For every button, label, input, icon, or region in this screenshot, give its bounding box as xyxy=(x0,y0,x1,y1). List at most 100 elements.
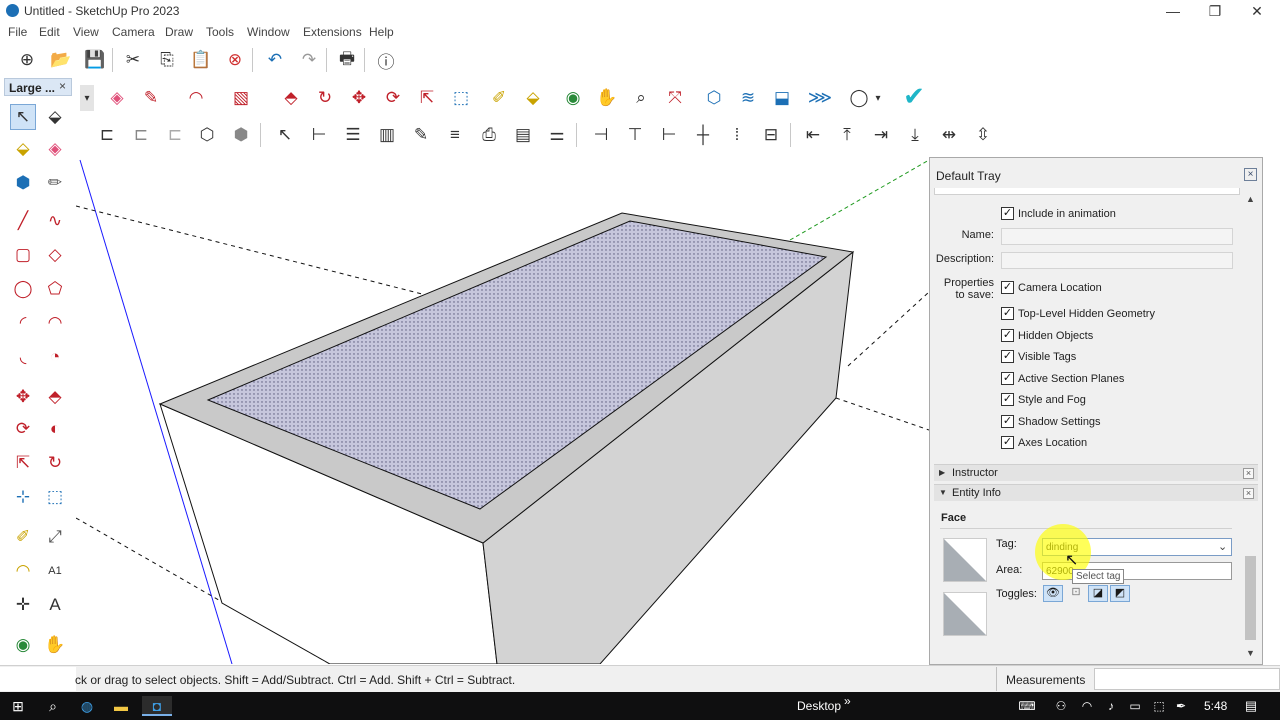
large-toolset-header[interactable]: Large ... × xyxy=(4,78,72,96)
follow-me-icon[interactable]: ◐ xyxy=(42,416,68,442)
scroll-up-icon[interactable]: ▲ xyxy=(1246,194,1255,204)
make-component-icon[interactable]: ⬙ xyxy=(42,104,68,130)
xray-icon[interactable]: ⬢ xyxy=(228,122,254,148)
warehouse-icon[interactable]: ⬡ xyxy=(701,85,727,111)
distribute-v-icon[interactable]: ⊟ xyxy=(758,122,784,148)
text-icon[interactable]: A1 xyxy=(42,558,68,584)
search-icon[interactable]: ⌕ xyxy=(42,696,64,716)
file-explorer-icon[interactable]: ▬ xyxy=(110,696,132,716)
menu-draw[interactable]: Draw xyxy=(165,25,193,39)
distribute-h-icon[interactable]: ⁞ xyxy=(724,122,750,148)
prop-checkbox[interactable]: ✓ xyxy=(1001,372,1014,385)
menu-file[interactable]: File xyxy=(8,25,27,39)
paint-icon[interactable]: ⬙ xyxy=(10,136,36,162)
front-material-swatch[interactable] xyxy=(943,538,987,582)
iso-view-icon[interactable]: ⬡ xyxy=(194,122,220,148)
undo-icon[interactable]: ↶ xyxy=(262,47,288,73)
desktop-label[interactable]: Desktop xyxy=(797,699,841,713)
components-icon[interactable]: ⬚ xyxy=(448,85,474,111)
styles-icon[interactable]: ✎ xyxy=(408,122,434,148)
close-window-button[interactable]: ✕ xyxy=(1234,0,1280,22)
pan-tool-icon[interactable]: ✋ xyxy=(42,632,68,658)
redo-icon[interactable]: ↷ xyxy=(296,47,322,73)
tag-tool-icon[interactable]: ✏ xyxy=(42,170,68,196)
print-preview-icon[interactable]: ⎙ xyxy=(476,122,502,148)
menu-edit[interactable]: Edit xyxy=(39,25,60,39)
chevron-down-icon[interactable]: ⌄ xyxy=(1218,540,1227,553)
section-fill-icon[interactable]: ⊏ xyxy=(162,122,188,148)
new-file-icon[interactable]: ⊕ xyxy=(14,47,40,73)
menu-tools[interactable]: Tools xyxy=(206,25,234,39)
print-icon[interactable]: 🖶 xyxy=(334,47,360,73)
tray-close-icon[interactable]: × xyxy=(1244,168,1257,181)
copy-icon[interactable]: ⎘ xyxy=(154,47,180,73)
move-down-icon[interactable]: ⤓ xyxy=(902,122,928,148)
offset-tool-icon[interactable]: ↻ xyxy=(42,450,68,476)
move-icon[interactable]: ✥ xyxy=(346,85,372,111)
eraser-icon[interactable]: ◈ xyxy=(104,85,130,111)
menu-help[interactable]: Help xyxy=(369,25,394,39)
account-icon[interactable]: ◯ xyxy=(846,85,872,111)
receive-shadows-icon[interactable]: ◪ xyxy=(1088,585,1108,602)
prop-checkbox[interactable]: ✓ xyxy=(1001,307,1014,320)
wifi-icon[interactable]: ◠ xyxy=(1076,696,1098,716)
rotate-icon[interactable]: ⟳ xyxy=(380,85,406,111)
cast-shadows-icon[interactable]: ◩ xyxy=(1110,585,1130,602)
instructor-close-icon[interactable]: × xyxy=(1243,468,1254,479)
orbit-icon[interactable]: ◉ xyxy=(560,85,586,111)
model-info-icon[interactable]: ⓘ xyxy=(373,47,399,73)
scroll-down-icon[interactable]: ▼ xyxy=(1246,648,1255,658)
arc-tool-icon[interactable]: ◜ xyxy=(10,310,36,336)
lock-toggle-icon[interactable]: ⊡ xyxy=(1067,585,1085,602)
name-field[interactable] xyxy=(1001,228,1233,245)
prop-checkbox[interactable]: ✓ xyxy=(1001,281,1014,294)
paint-bucket-icon[interactable]: ⬙ xyxy=(520,85,546,111)
model-viewport[interactable] xyxy=(75,152,930,665)
sketchup-taskbar-icon[interactable]: ◘ xyxy=(142,696,172,716)
rotated-rect-icon[interactable]: ◇ xyxy=(42,242,68,268)
axes-icon[interactable]: ⊹ xyxy=(10,484,36,510)
rotate-tool-icon[interactable]: ⟳ xyxy=(10,416,36,442)
extension-manager-icon[interactable]: ⋙ xyxy=(807,85,833,111)
measurements-field[interactable] xyxy=(1094,668,1280,690)
freehand-icon[interactable]: ∿ xyxy=(42,208,68,234)
offset-icon[interactable]: ↻ xyxy=(312,85,338,111)
zoom-extents-icon[interactable]: ⤧ xyxy=(662,85,688,111)
cut-icon[interactable]: ✂ xyxy=(120,47,146,73)
visible-toggle-eye-icon[interactable]: 👁 xyxy=(1043,585,1063,602)
arc-icon[interactable]: ◠ xyxy=(183,85,209,111)
layout-icon[interactable]: ⬓ xyxy=(769,85,795,111)
orbit-tool-icon[interactable]: ◉ xyxy=(10,632,36,658)
save-icon[interactable]: 💾 xyxy=(82,47,108,73)
center-vertical-icon[interactable]: ⇳ xyxy=(970,122,996,148)
trimble-connect-icon[interactable]: ✔ xyxy=(901,81,927,111)
menu-window[interactable]: Window xyxy=(247,25,290,39)
tape-measure-icon[interactable]: ✐ xyxy=(486,85,512,111)
move-up-icon[interactable]: ⤒ xyxy=(834,122,860,148)
rect-tool-icon[interactable]: ▢ xyxy=(10,242,36,268)
settings-sliders-icon[interactable]: ⚌ xyxy=(544,122,570,148)
align-center-icon[interactable]: ┼ xyxy=(690,122,716,148)
extension-warehouse-icon[interactable]: ≋ xyxy=(735,85,761,111)
polygon-icon[interactable]: ⬠ xyxy=(42,276,68,302)
materials-icon[interactable]: ▥ xyxy=(374,122,400,148)
paste-icon[interactable]: 📋 xyxy=(188,47,214,73)
prop-checkbox[interactable]: ✓ xyxy=(1001,329,1014,342)
include-animation-checkbox[interactable]: ✓ xyxy=(1001,207,1014,220)
section-display-icon[interactable]: ⊏ xyxy=(128,122,154,148)
prop-checkbox[interactable]: ✓ xyxy=(1001,393,1014,406)
open-file-icon[interactable]: 📂 xyxy=(48,47,74,73)
line-icon[interactable]: ╱ xyxy=(10,208,36,234)
align-top-icon[interactable]: ⊤ xyxy=(622,122,648,148)
dropdown-arrow-icon[interactable]: ▾ xyxy=(80,85,94,111)
account-dropdown-icon[interactable]: ▾ xyxy=(871,85,885,111)
network-icon[interactable]: ⬚ xyxy=(1148,696,1170,716)
large-toolset-close-icon[interactable]: × xyxy=(59,79,66,93)
prop-checkbox[interactable]: ✓ xyxy=(1001,436,1014,449)
line-pencil-icon[interactable]: ✎ xyxy=(138,85,164,111)
3d-text-icon[interactable]: A xyxy=(42,592,68,618)
entity-info-icon[interactable]: ☰ xyxy=(340,122,366,148)
scroll-thumb[interactable] xyxy=(1245,556,1256,640)
align-left-icon[interactable]: ⊣ xyxy=(588,122,614,148)
tape-tool-icon[interactable]: ✐ xyxy=(10,524,36,550)
